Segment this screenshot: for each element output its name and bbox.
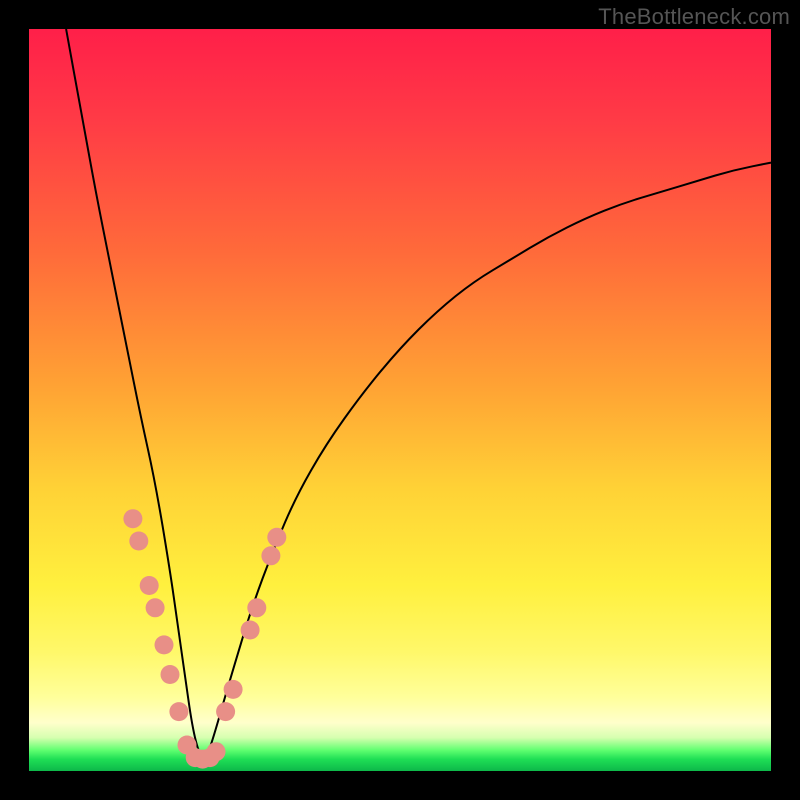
plot-area: [29, 29, 771, 771]
data-dots: [123, 509, 286, 768]
data-dot: [146, 598, 165, 617]
data-dot: [169, 702, 188, 721]
chart-frame: TheBottleneck.com: [0, 0, 800, 800]
data-dot: [216, 702, 235, 721]
data-dot: [140, 576, 159, 595]
data-dot: [161, 665, 180, 684]
data-dot: [129, 532, 148, 551]
data-dot: [123, 509, 142, 528]
data-dot: [207, 742, 226, 761]
data-dot: [247, 598, 266, 617]
data-dot: [261, 546, 280, 565]
chart-svg: [29, 29, 771, 771]
data-dot: [241, 621, 260, 640]
data-dot: [224, 680, 243, 699]
data-dot: [155, 635, 174, 654]
watermark-text: TheBottleneck.com: [598, 4, 790, 30]
data-dot: [267, 528, 286, 547]
